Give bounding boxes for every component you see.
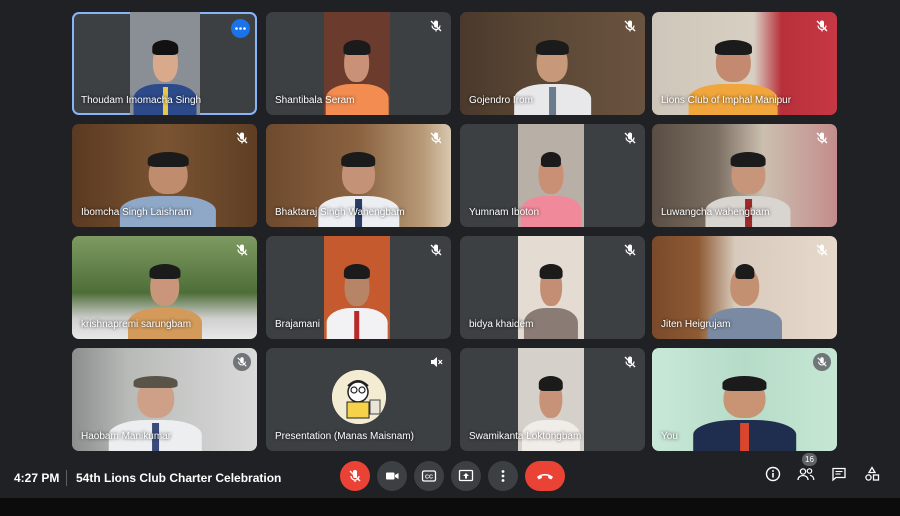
divider [66,470,67,486]
call-end-icon [537,474,553,480]
leave-call-button[interactable] [525,461,565,491]
meeting-title: 54th Lions Club Charter Celebration [76,471,282,485]
mic-off-icon [349,470,361,482]
closed-captions-icon: CC [421,470,437,482]
meeting-time: 4:27 PM [14,471,60,485]
participant-name: Lions Club of Imphal Manipur [661,95,792,106]
mic-off-icon [815,131,829,145]
participant-tile[interactable]: Haobam Manikumar [72,348,257,451]
participant-name: You [661,431,678,442]
participant-name: Presentation (Manas Maisnam) [275,431,414,442]
mic-off-icon [813,353,831,371]
participant-name: Haobam Manikumar [81,431,172,442]
participant-name: Brajamani [275,319,321,330]
videocam-icon [386,472,399,480]
participant-tile[interactable]: Ibomcha Singh Laishram [72,124,257,227]
participant-tile[interactable]: Luwangcha wahengbam [652,124,837,227]
participant-name: Gojendro Irom [469,95,533,106]
participant-video [652,348,837,451]
participant-name: Shantibala Seram [275,95,355,106]
activities-button[interactable] [863,465,881,483]
chat-icon [832,467,846,482]
participant-tile[interactable]: Bhaktaraj Singh Wahengbam [266,124,451,227]
participant-name: Luwangcha wahengbam [661,207,770,218]
participant-tile[interactable]: Gojendro Irom [460,12,645,115]
mic-off-icon [233,353,251,371]
participant-name: bidya khaidem [469,319,534,330]
meeting-controls-bar: 4:27 PM 54th Lions Club Charter Celebrat… [0,453,900,498]
participant-count-badge: 16 [802,453,817,466]
participant-tile[interactable]: Shantibala Seram [266,12,451,115]
participant-name: Bhaktaraj Singh Wahengbam [275,207,405,218]
participant-tile[interactable]: Jiten Heigrujam [652,236,837,339]
people-icon [797,468,815,481]
participant-grid: Thoudam Imomacha Singh Shantibala Seram … [70,10,837,451]
activities-icon [865,466,880,481]
participant-name: Thoudam Imomacha Singh [81,95,202,106]
participant-tile[interactable]: Thoudam Imomacha Singh [72,12,257,115]
mic-off-icon [815,243,829,257]
participant-name: Jiten Heigrujam [661,319,731,330]
participant-tile[interactable]: krishnapremi sarungbam [72,236,257,339]
bottom-edge [0,498,900,516]
more-options-button[interactable] [231,19,250,38]
chat-button[interactable] [830,465,848,483]
camera-toggle-button[interactable] [377,461,407,491]
participant-tile[interactable]: bidya khaidem [460,236,645,339]
presenter-cartoon-icon [331,370,386,424]
participant-name: krishnapremi sarungbam [81,319,192,330]
mic-off-icon [429,243,443,257]
participant-tile[interactable]: Brajamani [266,236,451,339]
participant-figure [692,373,797,451]
info-icon [765,466,781,482]
more-options-button[interactable] [488,461,518,491]
participant-name: Swamikanta Loktongbam [469,431,582,442]
microphone-toggle-button[interactable] [340,461,370,491]
volume-off-icon [429,355,443,369]
mic-off-icon [623,131,637,145]
participant-video [324,236,390,339]
meeting-details-button[interactable] [764,465,782,483]
mic-off-icon [429,19,443,33]
mic-off-icon [623,355,637,369]
captions-button[interactable]: CC [414,461,444,491]
mic-off-icon [623,243,637,257]
show-everyone-button[interactable] [797,465,815,483]
presenter-avatar [331,370,386,424]
svg-text:CC: CC [425,475,433,481]
participant-name: Ibomcha Singh Laishram [81,207,192,218]
mic-off-icon [623,19,637,33]
more-horiz-icon [235,27,246,30]
participant-tile[interactable]: Presentation (Manas Maisnam) [266,348,451,451]
participant-figure [326,261,388,339]
participant-tile[interactable]: You [652,348,837,451]
mic-off-icon [815,19,829,33]
participant-tile[interactable]: Swamikanta Loktongbam [460,348,645,451]
participant-tile[interactable]: Yumnam Iboton [460,124,645,227]
mic-off-icon [429,131,443,145]
more-vert-icon [501,470,505,482]
present-now-button[interactable] [451,461,481,491]
mic-off-icon [235,243,249,257]
participant-name: Yumnam Iboton [469,207,540,218]
mic-off-icon [235,131,249,145]
participant-tile[interactable]: Lions Club of Imphal Manipur [652,12,837,115]
present-screen-icon [458,469,474,482]
